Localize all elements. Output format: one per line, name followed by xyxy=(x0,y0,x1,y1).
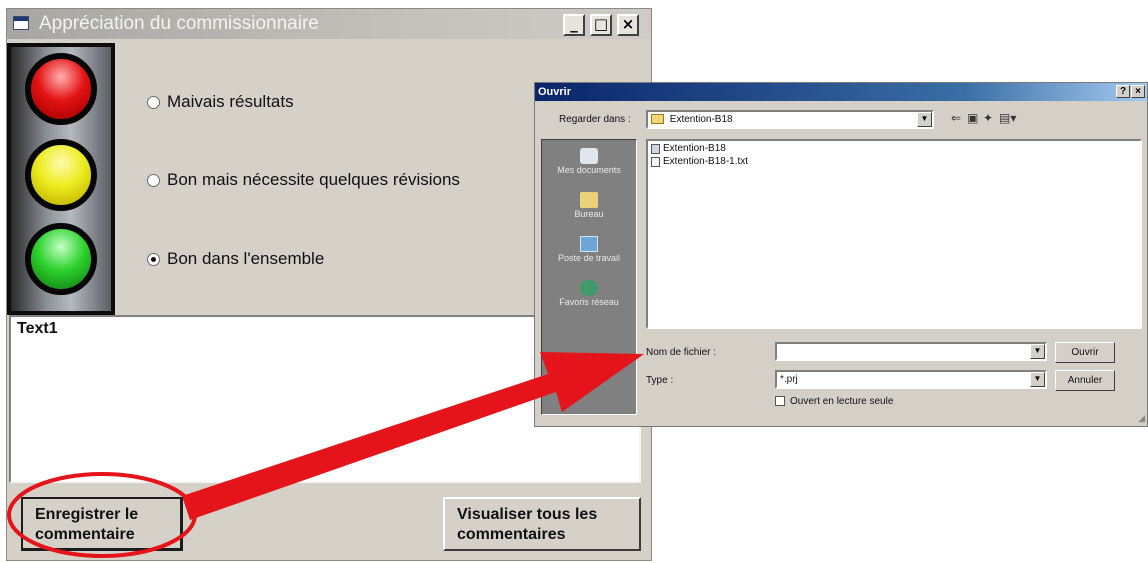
readonly-label: Ouvert en lecture seule xyxy=(790,396,894,407)
folder-icon xyxy=(651,114,664,125)
documents-icon xyxy=(580,148,598,164)
file-type-dropdown[interactable]: *.prj ▼ xyxy=(775,370,1047,389)
radio-button[interactable] xyxy=(147,173,160,187)
radio-label: Bon mais nécessite quelques révisions xyxy=(167,170,460,189)
place-my-computer[interactable]: Poste de travail xyxy=(542,236,636,263)
view-menu-icon[interactable]: ▤▾ xyxy=(999,111,1016,125)
type-label: Type : xyxy=(646,375,674,386)
dialog-title: Ouvrir xyxy=(538,86,572,98)
minimize-button[interactable]: _ xyxy=(563,14,585,36)
new-folder-icon[interactable]: ✦ xyxy=(983,111,993,125)
green-light-icon xyxy=(25,223,97,295)
yellow-light-icon xyxy=(25,139,97,211)
radio-label: Bon dans l'ensemble xyxy=(167,249,325,268)
dialog-close-button[interactable]: × xyxy=(1131,85,1145,98)
list-item[interactable]: Extention-B18 xyxy=(651,143,726,154)
save-button-label-line1: Enregistrer le xyxy=(35,506,139,523)
file-name: Extention-B18-1.txt xyxy=(663,156,749,167)
readonly-checkbox[interactable] xyxy=(775,396,785,406)
radio-button-selected[interactable] xyxy=(147,252,160,266)
cancel-button[interactable]: Annuler xyxy=(1055,370,1115,391)
red-light-icon xyxy=(25,53,97,125)
radio-needs-revisions[interactable]: Bon mais nécessite quelques révisions xyxy=(147,170,460,190)
filename-input[interactable]: ▼ xyxy=(775,342,1047,361)
project-file-icon xyxy=(651,143,660,154)
file-name: Extention-B18 xyxy=(663,143,726,154)
place-my-documents[interactable]: Mes documents xyxy=(542,148,636,175)
traffic-light-image xyxy=(7,43,115,315)
place-label: Mes documents xyxy=(557,165,621,175)
place-label: Favoris réseau xyxy=(559,297,619,307)
place-network[interactable]: Favoris réseau xyxy=(542,280,636,307)
radio-bad-results[interactable]: Maivais résultats xyxy=(147,92,294,112)
save-button-label-line2: commentaire xyxy=(35,526,135,543)
up-folder-icon[interactable]: ▣ xyxy=(967,111,978,125)
place-label: Bureau xyxy=(574,209,604,219)
radio-good-overall[interactable]: Bon dans l'ensemble xyxy=(147,249,324,269)
look-in-label: Regarder dans : xyxy=(559,114,631,125)
open-button[interactable]: Ouvrir xyxy=(1055,342,1115,363)
look-in-dropdown[interactable]: Extention-B18 ▼ xyxy=(646,110,934,129)
file-list[interactable]: Extention-B18 Extention-B18-1.txt xyxy=(646,139,1142,329)
title-bar[interactable]: Appréciation du commissionnaire _ □ × xyxy=(7,9,651,39)
network-icon xyxy=(580,280,598,296)
app-icon xyxy=(13,16,29,30)
chevron-down-icon[interactable]: ▼ xyxy=(1030,344,1045,359)
dialog-title-bar[interactable]: Ouvrir ? × xyxy=(535,83,1147,101)
view-all-comments-button[interactable]: Visualiser tous les commentaires xyxy=(443,497,641,551)
places-bar: Mes documents Bureau Poste de travail Fa… xyxy=(541,139,637,415)
computer-icon xyxy=(580,236,598,252)
view-button-label-line1: Visualiser tous les xyxy=(457,506,598,523)
type-value: *.prj xyxy=(780,374,798,385)
radio-button[interactable] xyxy=(147,95,160,109)
save-comment-button[interactable]: Enregistrer le commentaire xyxy=(21,497,183,551)
open-file-dialog: Ouvrir ? × Regarder dans : Extention-B18… xyxy=(534,82,1148,427)
help-button[interactable]: ? xyxy=(1116,85,1130,98)
window-title: Appréciation du commissionnaire xyxy=(39,13,319,34)
view-button-label-line2: commentaires xyxy=(457,526,566,543)
list-item[interactable]: Extention-B18-1.txt xyxy=(651,156,748,167)
close-button[interactable]: × xyxy=(617,14,639,36)
place-desktop[interactable]: Bureau xyxy=(542,192,636,219)
maximize-button[interactable]: □ xyxy=(590,14,612,36)
desktop-icon xyxy=(580,192,598,208)
place-label: Poste de travail xyxy=(557,253,621,263)
chevron-down-icon[interactable]: ▼ xyxy=(917,112,932,127)
filename-label: Nom de fichier : xyxy=(646,347,717,358)
look-in-value: Extention-B18 xyxy=(669,114,733,125)
resize-grip-icon[interactable]: ◢ xyxy=(1138,413,1145,424)
radio-label: Maivais résultats xyxy=(167,92,294,111)
back-icon[interactable]: ⇐ xyxy=(951,111,961,125)
text-file-icon xyxy=(651,156,660,167)
chevron-down-icon[interactable]: ▼ xyxy=(1030,372,1045,387)
